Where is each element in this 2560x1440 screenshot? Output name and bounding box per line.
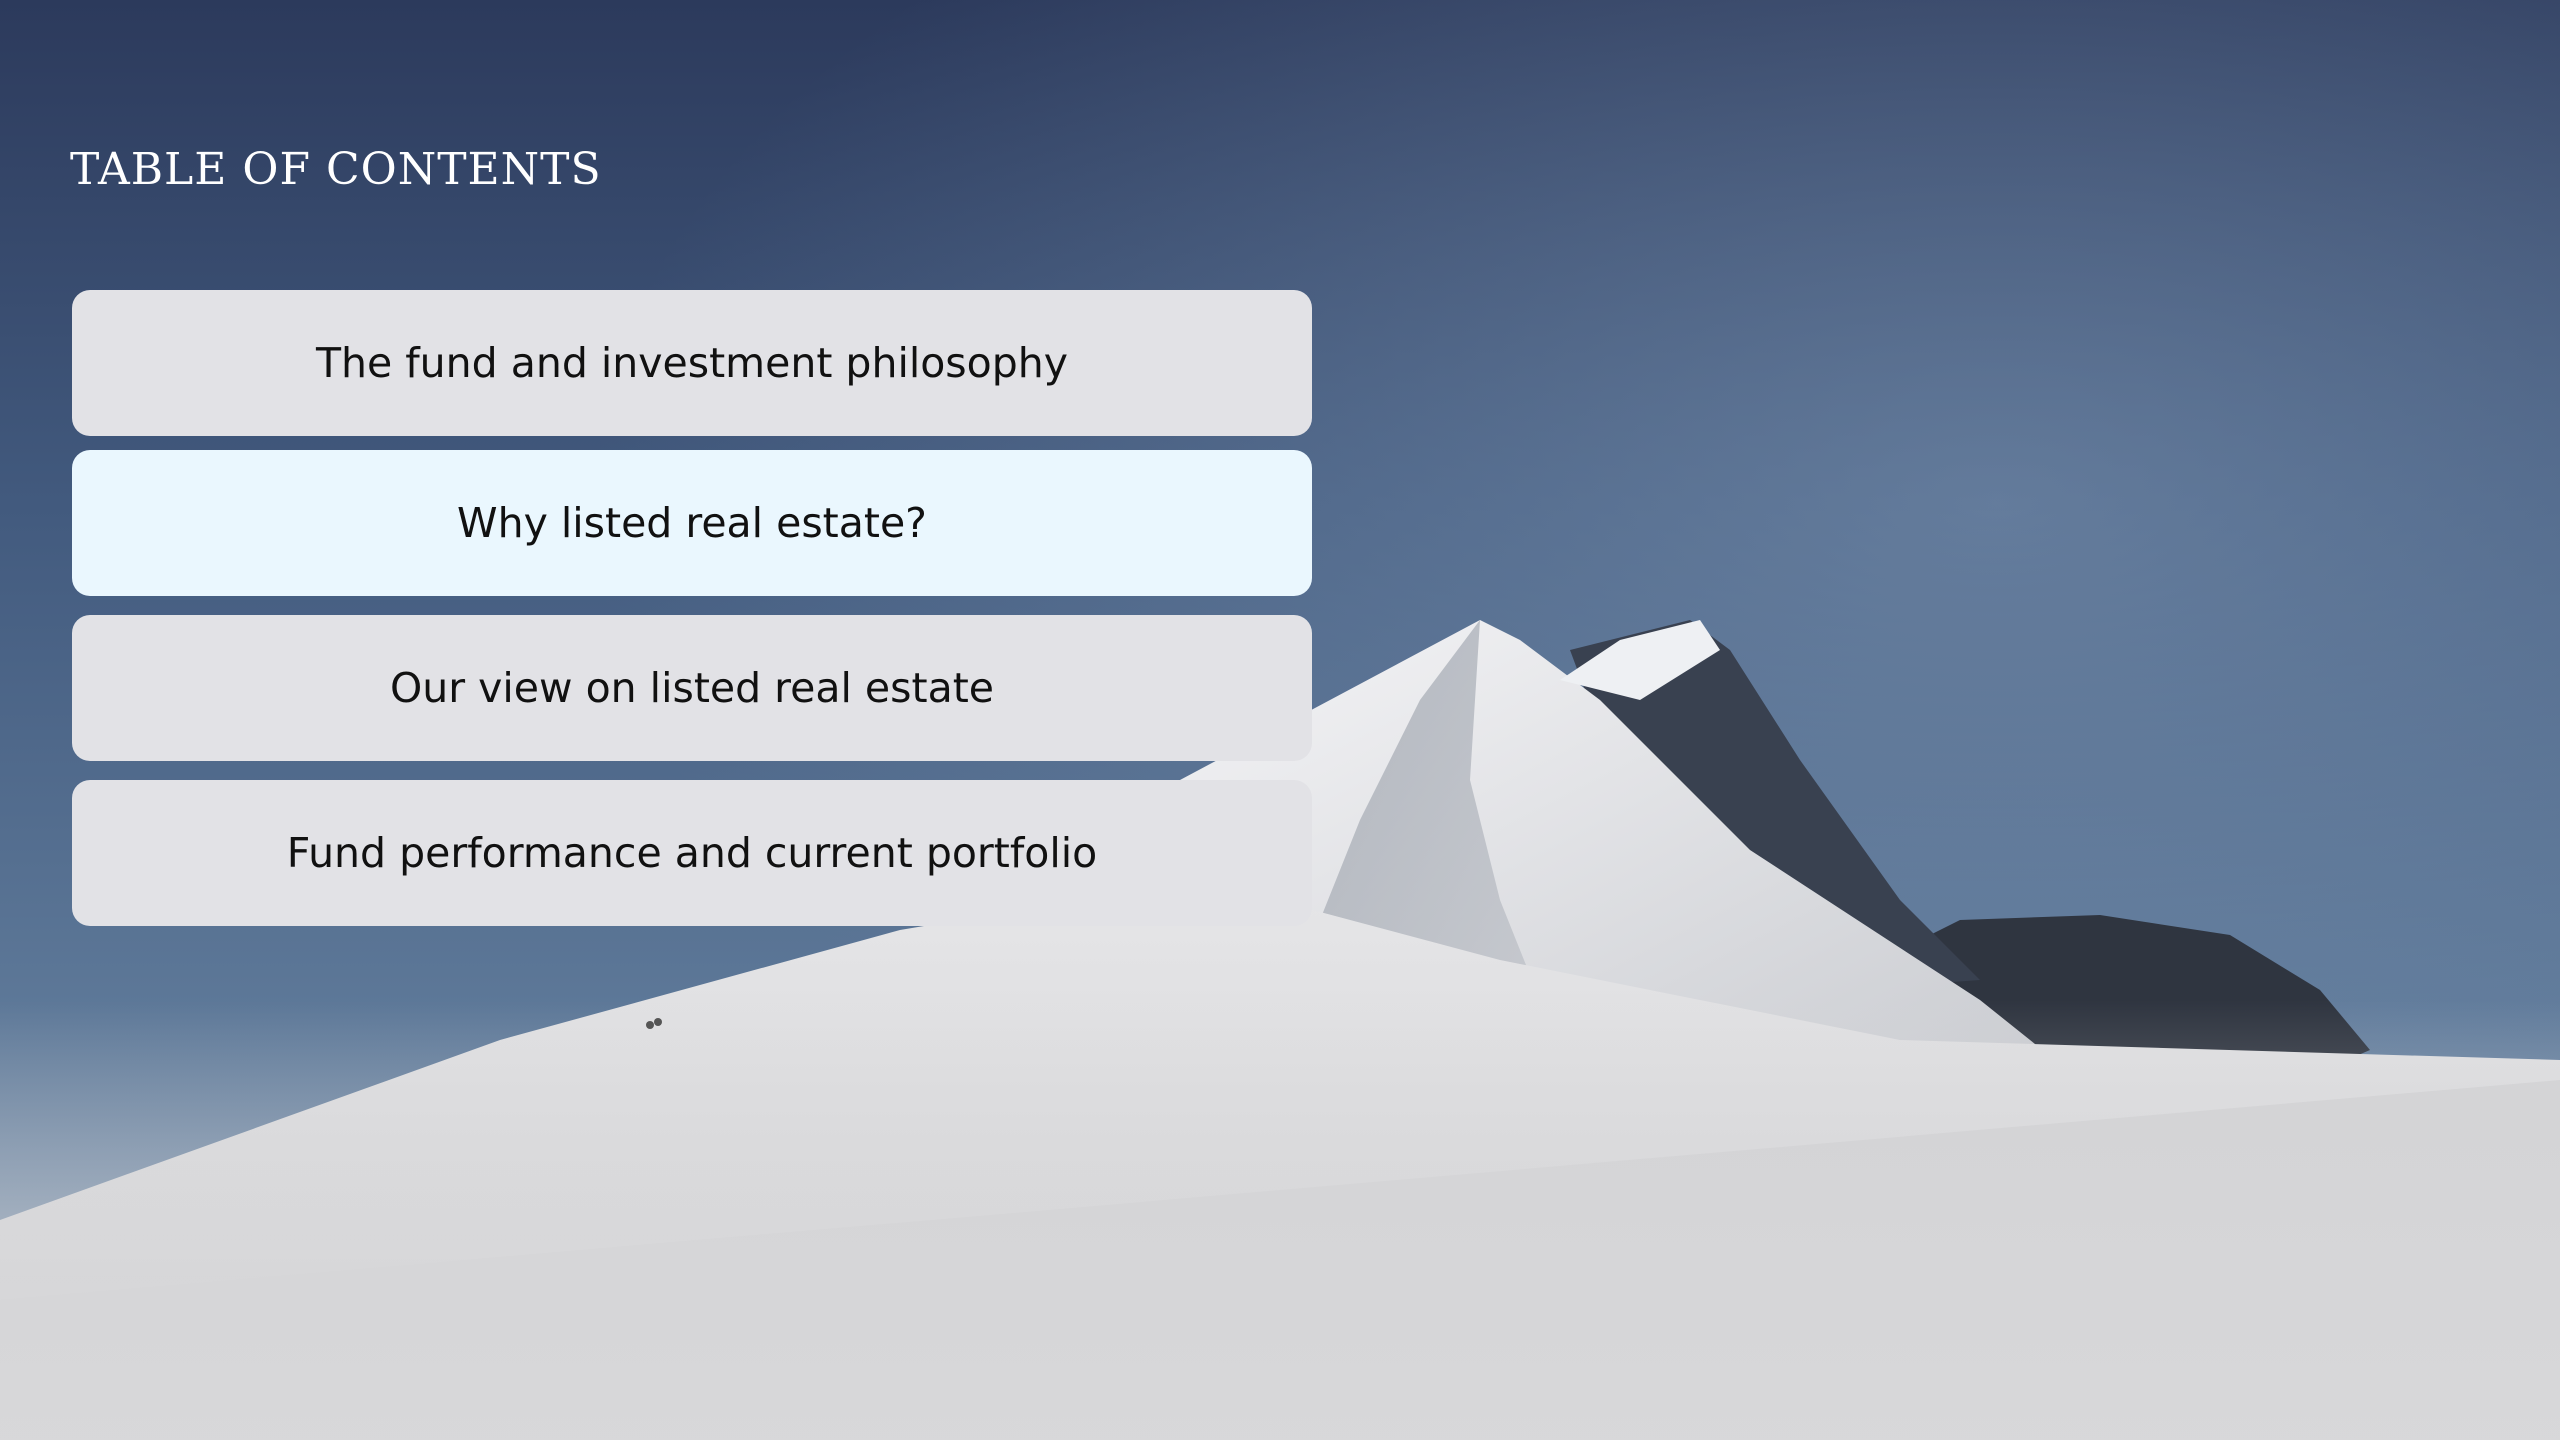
toc-item-why-listed-real-estate[interactable]: Why listed real estate? [72,450,1312,596]
page-title: TABLE OF CONTENTS [70,144,602,195]
toc-item-our-view[interactable]: Our view on listed real estate [72,615,1312,761]
toc-item-label: Fund performance and current portfolio [286,829,1098,877]
toc-item-label: The fund and investment philosophy [315,339,1069,387]
toc-item-fund-performance[interactable]: Fund performance and current portfolio [72,780,1312,926]
toc-item-fund-philosophy[interactable]: The fund and investment philosophy [72,290,1312,436]
toc-item-label: Why listed real estate? [457,499,927,547]
toc-item-label: Our view on listed real estate [389,664,994,712]
